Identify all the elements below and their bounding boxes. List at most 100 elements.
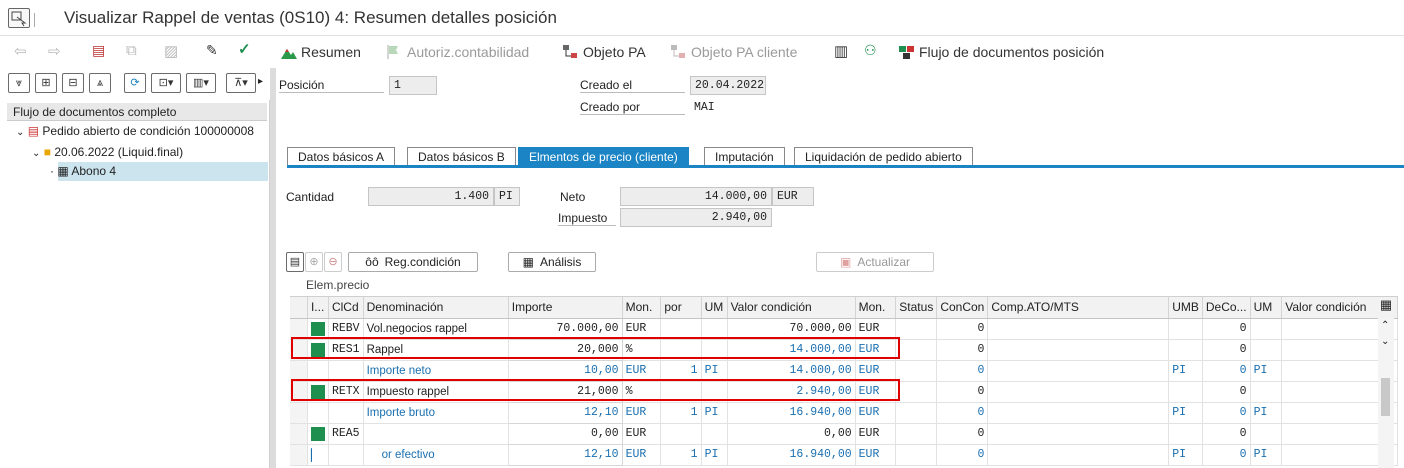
- document-icon[interactable]: ▤: [92, 42, 105, 59]
- column-settings-icon[interactable]: ▦: [1378, 297, 1394, 317]
- hierarchy-icon: [562, 44, 578, 60]
- col-header[interactable]: por: [660, 297, 702, 319]
- cell-moneda-2: EUR: [855, 444, 897, 466]
- cell-importe[interactable]: 12,10: [507, 443, 623, 466]
- col-header[interactable]: I...: [307, 297, 329, 319]
- objeto-pa-button[interactable]: Objeto PA: [562, 40, 646, 64]
- glasses-icon: ôô: [365, 255, 379, 269]
- tab-elementos-precio[interactable]: Elmentos de precio (cliente): [518, 147, 689, 165]
- cell-valor-condicion: 16.940,00: [727, 444, 856, 466]
- edit-icon[interactable]: ✎: [206, 42, 218, 59]
- window-title: Visualizar Rappel de ventas (0S10) 4: Re…: [64, 8, 557, 27]
- cell-clcd: REBV: [328, 318, 364, 340]
- cell-concon: 0: [936, 339, 989, 361]
- col-header[interactable]: Mon.: [622, 297, 662, 319]
- cell-deco: 0: [1202, 318, 1251, 340]
- table-row[interactable]: Importe neto 10,00 EUR 1 PI 14.000,00 EUR 0 PI 0 P…: [290, 359, 1398, 382]
- cell-um: [701, 423, 728, 445]
- scroll-down-icon[interactable]: ⌄: [1381, 336, 1389, 347]
- cell-umb: PI: [1168, 360, 1203, 382]
- forward-icon[interactable]: ⇨: [48, 42, 61, 60]
- col-header[interactable]: ClCd: [328, 297, 364, 319]
- table-row[interactable]: REA5 0,00 EUR 0,00 EUR 0 0: [290, 422, 1398, 445]
- tree-node-child[interactable]: ⌄ ■ 20.06.2022 (Liquid.final): [32, 145, 183, 159]
- cell-moneda-2: EUR: [855, 360, 897, 382]
- col-header[interactable]: UM: [701, 297, 728, 319]
- layout-icon[interactable]: ⊡▾: [151, 73, 181, 93]
- cell-por: 1: [660, 444, 702, 466]
- filter-icon[interactable]: ⊼▾: [226, 73, 256, 93]
- resumen-button[interactable]: Resumen: [280, 40, 361, 64]
- collapse-icon[interactable]: ⊟: [62, 73, 84, 93]
- col-header[interactable]: Status: [895, 297, 938, 319]
- cell-deco: 0: [1202, 360, 1251, 382]
- back-icon[interactable]: ⇦: [14, 42, 27, 60]
- table-row[interactable]: ▏ or efectivo 12,10 EUR 1 PI 16.940,00 EUR 0 PI 0 P…: [290, 443, 1398, 466]
- reg-condicion-button[interactable]: ôô Reg.condición: [348, 252, 478, 272]
- cell-denominacion: or efectivo: [363, 444, 509, 466]
- tab-imputacion[interactable]: Imputación: [704, 147, 785, 165]
- actualizar-button[interactable]: ▣ Actualizar: [816, 252, 934, 272]
- cell-moneda: EUR: [622, 360, 662, 382]
- tab-datos-basicos-a[interactable]: Datos básicos A: [287, 147, 396, 165]
- expand-icon[interactable]: ⊞: [35, 73, 57, 93]
- table-row[interactable]: Importe bruto 12,10 EUR 1 PI 16.940,00 EUR 0 PI 0…: [290, 401, 1398, 424]
- cell-moneda-2: EUR: [855, 318, 897, 340]
- objeto-pa-cliente-button[interactable]: Objeto PA cliente: [670, 40, 797, 64]
- col-header[interactable]: DeCo...: [1202, 297, 1251, 319]
- posicion-field[interactable]: 1: [389, 76, 437, 95]
- scroll-thumb[interactable]: [1381, 378, 1390, 416]
- cell-importe[interactable]: 70.000,00: [507, 317, 623, 340]
- cell-um: [701, 318, 728, 340]
- copy-icon[interactable]: ⧉: [126, 42, 137, 59]
- more-icon[interactable]: ▸: [258, 76, 263, 87]
- col-header[interactable]: Comp.ATO/MTS: [987, 297, 1170, 319]
- analisis-button[interactable]: ▦ Análisis: [508, 252, 596, 272]
- flag-icon: [386, 44, 402, 60]
- delete-row-icon[interactable]: ⊖: [324, 252, 342, 272]
- document-icon: ▤: [27, 124, 40, 138]
- cell-importe[interactable]: 0,00: [507, 422, 623, 445]
- cell-clcd: [328, 360, 364, 382]
- cell-denominacion: Importe bruto: [363, 402, 509, 424]
- col-header[interactable]: UMB: [1168, 297, 1203, 319]
- cell-umb: [1168, 381, 1203, 403]
- col-header[interactable]: Valor condición: [727, 297, 856, 319]
- edit-doc-icon[interactable]: ▨: [164, 42, 178, 60]
- refresh-icon[interactable]: ⟳: [124, 73, 146, 93]
- insert-row-icon[interactable]: ⊕: [305, 252, 323, 272]
- user-icon[interactable]: ⚇: [864, 42, 877, 59]
- menu-icon[interactable]: [8, 8, 35, 28]
- collapse-all-icon[interactable]: ⩓: [89, 73, 111, 93]
- cell-importe[interactable]: 10,00: [507, 359, 623, 382]
- splitter[interactable]: [270, 68, 276, 468]
- autoriz-contabilidad-button[interactable]: Autoriz.contabilidad: [386, 40, 529, 64]
- col-header[interactable]: UM: [1250, 297, 1283, 319]
- check-icon[interactable]: ✓: [238, 40, 251, 58]
- tree-node-leaf[interactable]: · ▦ Abono 4: [50, 164, 116, 178]
- tab-datos-basicos-b[interactable]: Datos básicos B: [407, 147, 516, 165]
- details-icon[interactable]: ▥: [834, 42, 848, 60]
- document-icon: ▦: [57, 164, 69, 178]
- expand-all-icon[interactable]: ⩔: [8, 73, 30, 93]
- scroll-up-icon[interactable]: ⌃: [1381, 320, 1389, 331]
- tree-node-root[interactable]: ⌄ ▤ Pedido abierto de condición 10000000…: [16, 124, 268, 138]
- creado-por-label: Creado por: [580, 100, 685, 115]
- flujo-documentos-button[interactable]: Flujo de documentos posición: [898, 40, 1104, 64]
- cell-status: [895, 318, 938, 340]
- table-row[interactable]: REBV Vol.negocios rappel 70.000,00 EUR 70.00…: [290, 317, 1398, 340]
- calculator-icon: ▦: [522, 255, 534, 269]
- details-icon[interactable]: ▤: [286, 252, 304, 272]
- creado-el-label: Creado el: [580, 78, 685, 93]
- creado-el-field[interactable]: 20.04.2022: [690, 76, 766, 95]
- col-header[interactable]: Mon.: [855, 297, 897, 319]
- tab-liquidacion[interactable]: Liquidación de pedido abierto: [794, 147, 973, 165]
- col-header[interactable]: ConCon: [936, 297, 989, 319]
- cell-deco: 0: [1202, 381, 1251, 403]
- columns-icon[interactable]: ▥▾: [186, 73, 216, 93]
- col-header[interactable]: Importe: [508, 297, 623, 319]
- cell-umb: [1168, 423, 1203, 445]
- cell-importe[interactable]: 12,10: [507, 401, 623, 424]
- col-header[interactable]: Denominación: [363, 297, 509, 319]
- cell-um-2: PI: [1250, 402, 1283, 424]
